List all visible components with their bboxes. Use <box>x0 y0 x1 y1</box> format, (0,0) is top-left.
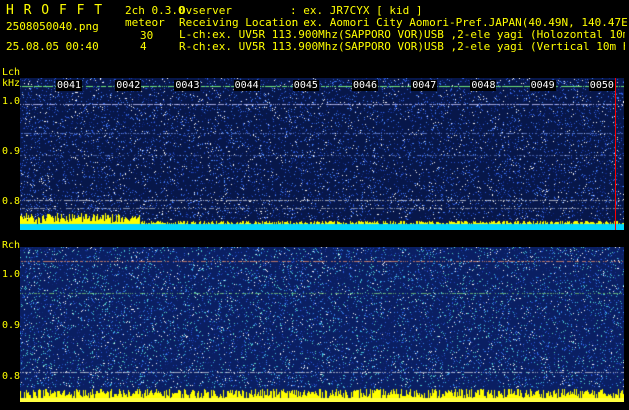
rch-tick-1.0: 1.0 <box>2 269 21 280</box>
mode-label: 2ch 0.3.0 <box>125 4 185 17</box>
lch-tick-0.8: 0.8 <box>2 196 21 207</box>
lch-right-marker <box>615 78 616 230</box>
khz-label: kHz <box>2 78 21 89</box>
rch-tick-0.8: 0.8 <box>2 371 21 382</box>
location-label: Receiving Location <box>179 16 299 29</box>
time-marker-0046: 0046 <box>352 80 379 91</box>
rch-info: R-ch:ex. UV5R 113.900Mhz(SAPPORO VOR)USB… <box>179 41 625 52</box>
lch-spectrogram <box>20 78 624 230</box>
app-title: H R O F F T <box>6 3 104 18</box>
lch-info: L-ch:ex. UV5R 113.900Mhz(SAPPORO VOR)USB… <box>179 29 625 40</box>
time-marker-0049: 0049 <box>529 80 556 91</box>
time-marker-0047: 0047 <box>411 80 438 91</box>
time-marker-0050: 0050 <box>588 80 615 91</box>
timestamp: 25.08.05 00:40 <box>6 40 99 53</box>
time-marker-0043: 0043 <box>174 80 201 91</box>
time-marker-0048: 0048 <box>470 80 497 91</box>
rch-spectrogram-canvas <box>20 247 624 402</box>
lch-label: Lch <box>2 67 21 78</box>
observer-label: Ovserver <box>179 4 232 17</box>
filename: 2508050040.png <box>6 20 99 33</box>
time-marker-0044: 0044 <box>233 80 260 91</box>
location-value: : ex. Aomori City Aomori-Pref.JAPAN(40.4… <box>290 16 629 29</box>
time-marker-0045: 0045 <box>292 80 319 91</box>
time-marker-0041: 0041 <box>56 80 83 91</box>
rch-tick-0.9: 0.9 <box>2 320 21 331</box>
meteor-label: meteor <box>125 16 165 29</box>
lch-spectrogram-canvas <box>20 78 624 230</box>
rch-spectrogram <box>20 247 624 402</box>
observer-value: : ex. JR7CYX [ kid ] <box>290 4 423 17</box>
meteor-count-r: 4 <box>140 40 147 53</box>
time-marker-0042: 0042 <box>115 80 142 91</box>
rch-label: Rch <box>2 240 21 251</box>
lch-tick-1.0: 1.0 <box>2 96 21 107</box>
lch-tick-0.9: 0.9 <box>2 146 21 157</box>
